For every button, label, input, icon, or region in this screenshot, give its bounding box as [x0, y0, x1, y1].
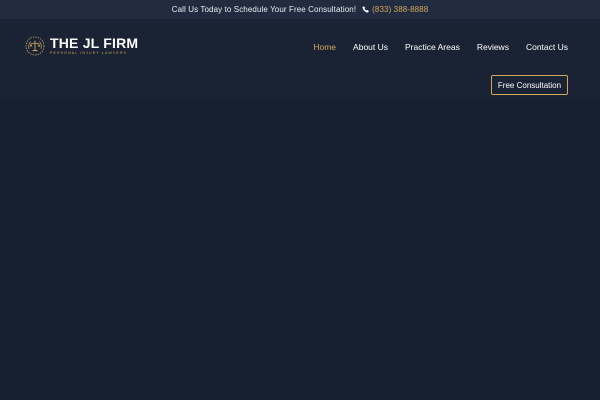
main-navigation: Home About Us Practice Areas Reviews Con… — [296, 42, 568, 52]
top-announcement-bar: Call Us Today to Schedule Your Free Cons… — [0, 0, 600, 19]
nav-item-home[interactable]: Home — [313, 42, 336, 52]
site-header: THE JL FIRM PERSONAL INJURY LAWYERS Home… — [0, 19, 600, 99]
nav-item-reviews[interactable]: Reviews — [477, 42, 509, 52]
scales-of-justice-icon — [25, 36, 45, 56]
topbar-phone-number[interactable]: (833) 388-8888 — [372, 5, 428, 14]
site-logo[interactable]: THE JL FIRM PERSONAL INJURY LAWYERS — [25, 36, 138, 56]
hero-section — [0, 99, 600, 400]
nav-item-practice-areas[interactable]: Practice Areas — [405, 42, 460, 52]
logo-subtitle: PERSONAL INJURY LAWYERS — [50, 51, 128, 55]
phone-icon — [362, 6, 369, 13]
nav-item-about-us[interactable]: About Us — [353, 42, 388, 52]
topbar-phone-link[interactable]: (833) 388-8888 — [362, 5, 428, 14]
nav-item-contact-us[interactable]: Contact Us — [526, 42, 568, 52]
topbar-message: Call Us Today to Schedule Your Free Cons… — [171, 5, 357, 14]
logo-title: THE JL FIRM — [50, 35, 139, 51]
free-consultation-button[interactable]: Free Consultation — [491, 75, 568, 95]
